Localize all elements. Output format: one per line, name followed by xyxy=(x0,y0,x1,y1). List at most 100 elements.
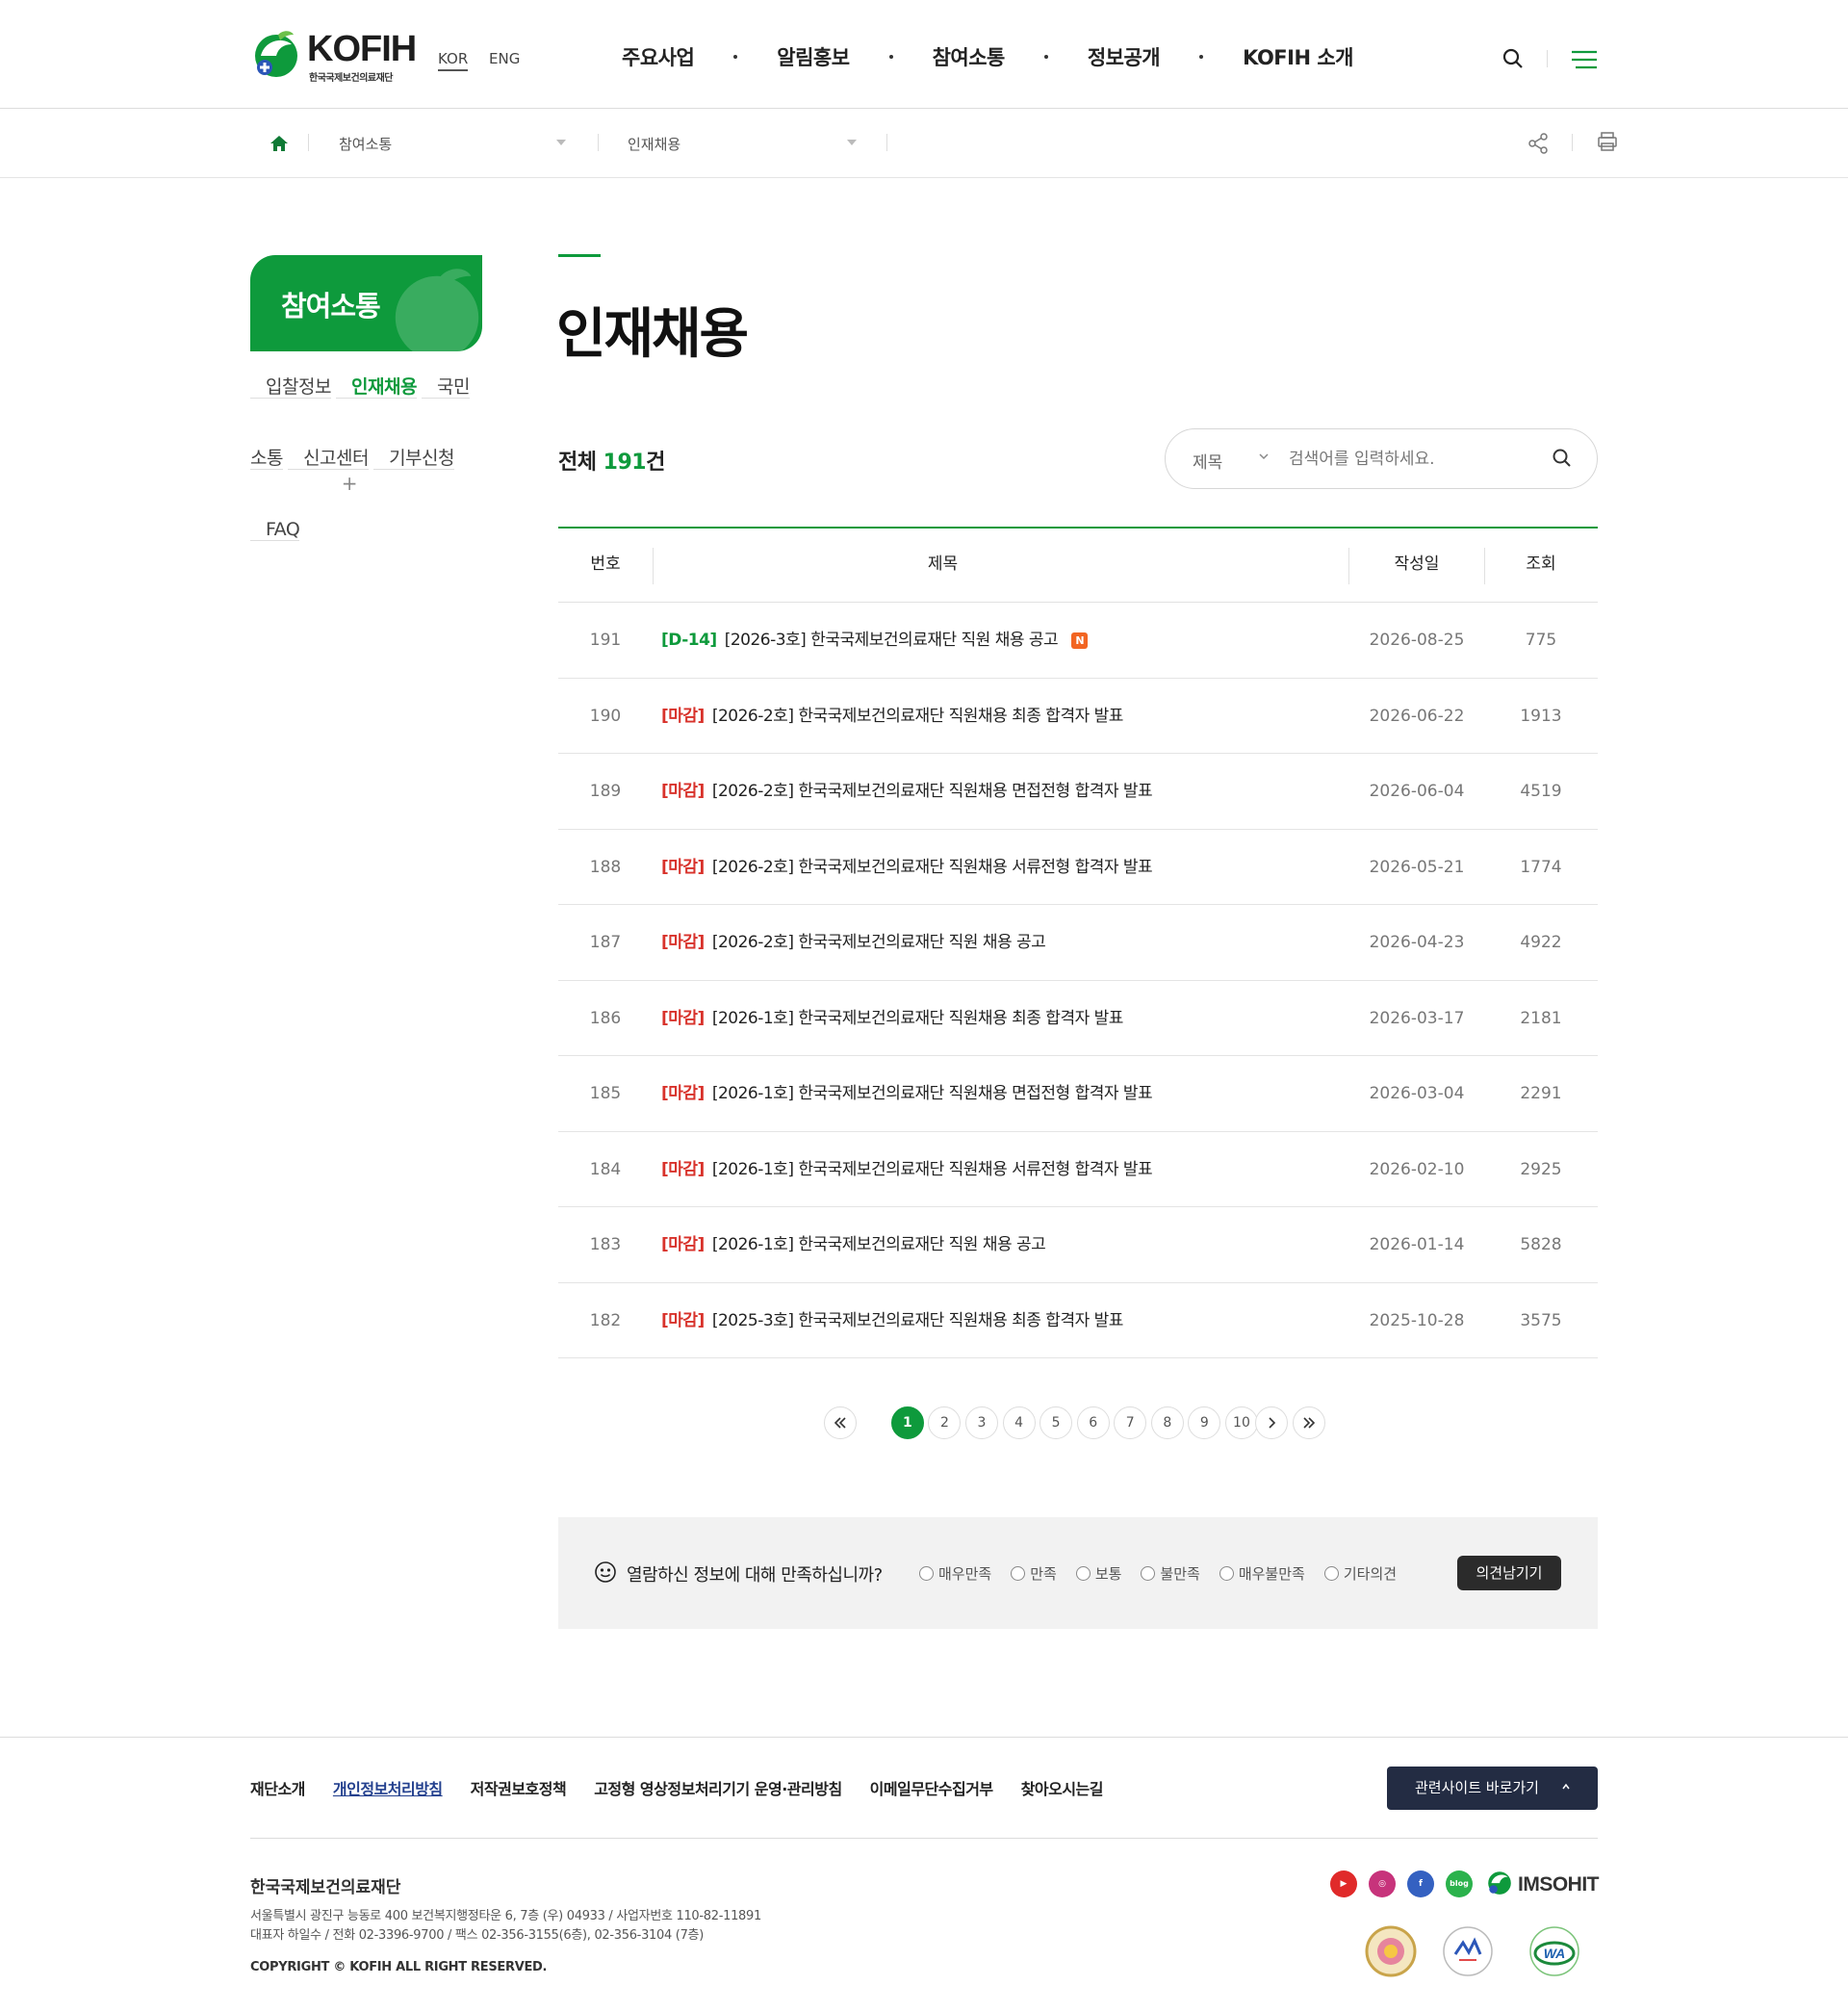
gnb-item-promotion[interactable]: 알림홍보 xyxy=(777,42,850,71)
lnb-item-bid-info[interactable]: 입찰정보 xyxy=(250,376,331,399)
blog-icon[interactable]: blog xyxy=(1446,1870,1473,1897)
survey-option[interactable]: 매우불만족 xyxy=(1219,1563,1305,1584)
page-6-button[interactable]: 6 xyxy=(1076,1406,1110,1439)
sns-links: ▶ ◎ f blog xyxy=(1330,1870,1484,1897)
lnb-item-donation[interactable]: 기부신청 xyxy=(373,448,454,470)
table-row[interactable]: 183 [마감] [2026-1호] 한국국제보건의료재단 직원 채용 공고 2026… xyxy=(558,1207,1598,1283)
footer-link[interactable]: 고정형 영상정보처리기기 운영·관리방침 xyxy=(594,1776,842,1799)
page-3-button[interactable]: 3 xyxy=(964,1406,998,1439)
row-number: 186 xyxy=(589,1008,622,1028)
page-9-button[interactable]: 9 xyxy=(1188,1406,1221,1439)
radio-button[interactable] xyxy=(1219,1566,1234,1581)
instagram-icon[interactable]: ◎ xyxy=(1369,1870,1396,1897)
gnb-item-disclosure[interactable]: 정보공개 xyxy=(1088,42,1161,71)
row-title-link[interactable]: [마감] [2026-1호] 한국국제보건의료재단 직원채용 면접전형 합격자 발… xyxy=(661,1056,1335,1131)
footer-link[interactable]: 재단소개 xyxy=(250,1776,305,1799)
page-8-button[interactable]: 8 xyxy=(1150,1406,1184,1439)
location-divider xyxy=(598,134,599,151)
chevron-down-icon[interactable] xyxy=(847,140,857,145)
table-row[interactable]: 182 [마감] [2025-3호] 한국국제보건의료재단 직원채용 최종 합격자 … xyxy=(558,1283,1598,1358)
lang-kor-link[interactable]: KOR xyxy=(438,50,469,71)
survey-option[interactable]: 만족 xyxy=(1011,1563,1057,1584)
print-icon[interactable] xyxy=(1597,131,1618,152)
row-title-link[interactable]: [마감] [2026-1호] 한국국제보건의료재단 직원 채용 공고 xyxy=(661,1207,1335,1282)
radio-button[interactable] xyxy=(1011,1566,1026,1581)
table-row[interactable]: 188 [마감] [2026-2호] 한국국제보건의료재단 직원채용 서류전형 합격… xyxy=(558,830,1598,905)
page-7-button[interactable]: 7 xyxy=(1114,1406,1147,1439)
table-row[interactable]: 186 [마감] [2026-1호] 한국국제보건의료재단 직원채용 최종 합격자 … xyxy=(558,981,1598,1056)
row-title-link[interactable]: [마감] [2026-2호] 한국국제보건의료재단 직원채용 최종 합격자 발표 xyxy=(661,679,1335,754)
gnb-item-main-business[interactable]: 주요사업 xyxy=(622,42,695,71)
location-depth2-select[interactable]: 인재채용 xyxy=(628,134,680,154)
table-row[interactable]: 190 [마감] [2026-2호] 한국국제보건의료재단 직원채용 최종 합격자 … xyxy=(558,679,1598,754)
first-page-icon[interactable] xyxy=(824,1406,857,1439)
lnb-title: 참여소통 xyxy=(281,290,381,322)
gnb-item-participation[interactable]: 참여소통 xyxy=(933,42,1006,71)
col-views: 조회 xyxy=(1526,555,1556,574)
row-title-link[interactable]: [마감] [2026-2호] 한국국제보건의료재단 직원채용 서류전형 합격자 발… xyxy=(661,830,1335,905)
row-title-link[interactable]: [D-14] [2026-3호] 한국국제보건의료재단 직원 채용 공고 N xyxy=(661,603,1335,678)
page-10-button[interactable]: 10 xyxy=(1224,1406,1258,1439)
chevron-down-icon[interactable] xyxy=(1257,450,1270,463)
radio-button[interactable] xyxy=(1075,1566,1091,1581)
share-icon[interactable] xyxy=(1527,133,1549,154)
table-row[interactable]: 189 [마감] [2026-2호] 한국국제보건의료재단 직원채용 면접전형 합격… xyxy=(558,754,1598,830)
row-title: [2026-2호] 한국국제보건의료재단 직원채용 면접전형 합격자 발표 xyxy=(711,782,1153,801)
survey-option[interactable]: 기타의견 xyxy=(1323,1563,1397,1584)
facebook-icon[interactable]: f xyxy=(1407,1870,1434,1897)
table-row[interactable]: 187 [마감] [2026-2호] 한국국제보건의료재단 직원 채용 공고 2026… xyxy=(558,905,1598,981)
submit-feedback-button[interactable]: 의견남기기 xyxy=(1457,1556,1561,1590)
page-2-button[interactable]: 2 xyxy=(928,1406,962,1439)
imsohit-logo-icon xyxy=(1488,1871,1511,1895)
survey-option-label: 불만족 xyxy=(1160,1565,1200,1583)
search-field-select[interactable]: 제목 xyxy=(1193,449,1222,473)
radio-button[interactable] xyxy=(1141,1566,1156,1581)
radio-button[interactable] xyxy=(919,1566,934,1581)
row-title-link[interactable]: [마감] [2026-1호] 한국국제보건의료재단 직원채용 서류전형 합격자 발… xyxy=(661,1132,1335,1207)
page-1-button[interactable]: 1 xyxy=(890,1406,924,1439)
row-title-link[interactable]: [마감] [2025-3호] 한국국제보건의료재단 직원채용 최종 합격자 발표 xyxy=(661,1283,1335,1358)
expand-plus-icon[interactable]: + xyxy=(342,448,358,519)
recruitment-board: 번호 제목 작성일 조회 191 [D-14] [2026-3호] 한국국제보건의료… xyxy=(558,527,1598,1358)
total-count: 전체 191건 xyxy=(558,445,665,476)
footer-link[interactable]: 찾아오시는길 xyxy=(1021,1776,1104,1799)
chevron-down-icon[interactable] xyxy=(556,140,566,145)
row-number: 191 xyxy=(589,631,622,650)
home-icon[interactable] xyxy=(270,134,289,153)
row-views: 2291 xyxy=(1520,1084,1562,1103)
radio-button[interactable] xyxy=(1323,1566,1339,1581)
table-row[interactable]: 185 [마감] [2026-1호] 한국국제보건의료재단 직원채용 면접전형 합격… xyxy=(558,1056,1598,1132)
imsohit-link[interactable]: IMSOHIT xyxy=(1485,1868,1600,1900)
gnb-item-about[interactable]: KOFIH 소개 xyxy=(1243,42,1353,71)
lnb-item-recruitment[interactable]: 인재채용 xyxy=(336,376,417,399)
row-title-link[interactable]: [마감] [2026-1호] 한국국제보건의료재단 직원채용 최종 합격자 발표 xyxy=(661,981,1335,1056)
location-depth1-select[interactable]: 참여소통 xyxy=(339,134,392,154)
page-5-button[interactable]: 5 xyxy=(1040,1406,1073,1439)
survey-option[interactable]: 매우만족 xyxy=(919,1563,991,1584)
status-tag: [마감] xyxy=(661,1310,705,1330)
site-logo[interactable]: KOFIH 한국국제보건의료재단 xyxy=(249,25,417,85)
site-footer: 재단소개 개인정보처리방침 저작권보호정책 고정형 영상정보처리기기 운영·관리방침 이… xyxy=(0,1737,1848,2012)
lnb-item-report-center[interactable]: 신고센터 + xyxy=(288,448,369,495)
search-icon[interactable] xyxy=(1502,47,1525,70)
youtube-icon[interactable]: ▶ xyxy=(1330,1870,1357,1897)
next-page-icon[interactable] xyxy=(1255,1406,1288,1439)
footer-link[interactable]: 저작권보호정책 xyxy=(471,1776,567,1799)
board-header: 번호 제목 작성일 조회 xyxy=(558,527,1598,603)
table-row[interactable]: 184 [마감] [2026-1호] 한국국제보건의료재단 직원채용 서류전형 합격… xyxy=(558,1132,1598,1207)
survey-option[interactable]: 불만족 xyxy=(1141,1563,1200,1584)
lang-eng-link[interactable]: ENG xyxy=(489,50,520,67)
table-row[interactable]: 191 [D-14] [2026-3호] 한국국제보건의료재단 직원 채용 공고 N 2… xyxy=(558,603,1598,679)
footer-link[interactable]: 개인정보처리방침 xyxy=(333,1776,443,1799)
row-title-link[interactable]: [마감] [2026-2호] 한국국제보건의료재단 직원 채용 공고 xyxy=(661,905,1335,980)
survey-option[interactable]: 보통 xyxy=(1075,1563,1121,1584)
footer-link[interactable]: 이메일무단수집거부 xyxy=(870,1776,993,1799)
search-icon[interactable] xyxy=(1551,447,1574,470)
page-4-button[interactable]: 4 xyxy=(1002,1406,1036,1439)
hamburger-menu-icon[interactable] xyxy=(1571,49,1598,70)
lnb-item-faq[interactable]: FAQ xyxy=(250,519,300,541)
family-site-button[interactable]: 관련사이트 바로가기 xyxy=(1387,1767,1598,1810)
search-input[interactable] xyxy=(1289,443,1529,476)
last-page-icon[interactable] xyxy=(1293,1406,1325,1439)
row-title-link[interactable]: [마감] [2026-2호] 한국국제보건의료재단 직원채용 면접전형 합격자 발… xyxy=(661,754,1335,829)
